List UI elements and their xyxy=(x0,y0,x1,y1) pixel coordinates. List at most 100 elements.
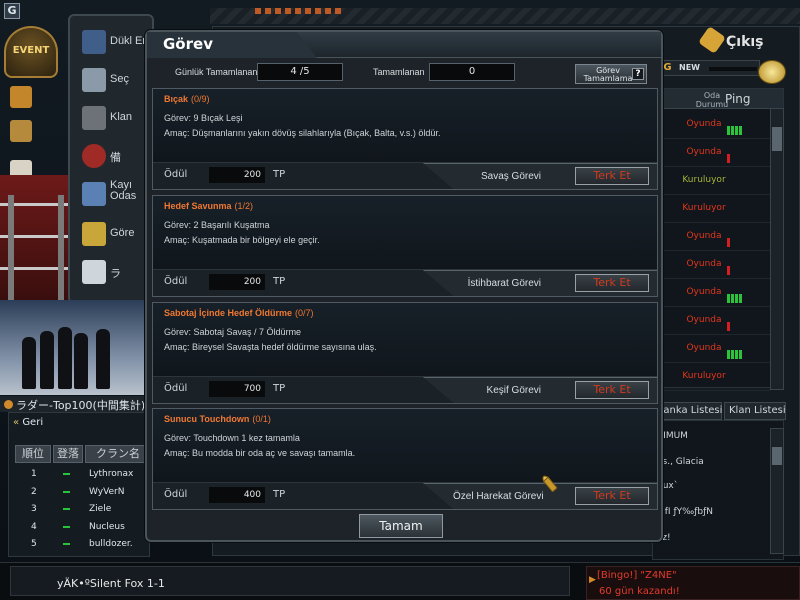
mission-completion-button[interactable]: Görev Tamamlama ? xyxy=(575,64,647,84)
inventory-icon xyxy=(82,30,106,54)
clan-icon xyxy=(82,106,106,130)
clan-name-cell: Nucleus xyxy=(89,521,125,532)
side-menu-panel: Dükl Env Seç Klan 備 Kayı Odas Göre ラ xyxy=(68,14,154,304)
table-row[interactable]: 5 bulldozer. xyxy=(15,535,151,553)
list-item[interactable]: es., Glacia xyxy=(657,457,704,467)
reward-unit: TP xyxy=(273,489,286,500)
menu-item-equip[interactable]: 備 xyxy=(78,140,154,172)
quest-type: Savaş Görevi xyxy=(480,171,541,182)
double-chevron-left-icon: « xyxy=(13,417,20,428)
room-row[interactable]: Oyunda xyxy=(655,111,771,139)
clan-name-cell: Ziele xyxy=(89,504,112,514)
column-clan-name[interactable]: クラン名 xyxy=(85,445,151,463)
room-row[interactable]: Oyunda xyxy=(655,139,771,167)
quest-goal: Amaç: Kuşatmada bir bölgeyi ele geçir. xyxy=(164,235,320,245)
clan-name-cell: Lythronax xyxy=(89,469,134,479)
quest-progress: (0/7) xyxy=(295,308,314,318)
notice-ticker: ▶ [Bingo!] "Z4NE" 60 gün kazandı! xyxy=(586,566,800,600)
menu-item-record-room[interactable]: Kayı Odas xyxy=(78,178,154,210)
abandon-quest-button[interactable]: Terk Et xyxy=(575,167,649,185)
menu-item-ladder[interactable]: ラ xyxy=(78,256,154,288)
menu-item-inventory[interactable]: Dükl Env xyxy=(78,26,154,58)
quest-card: Bıçak (0/9) Görev: 9 Bıçak Leşi Amaç: Düşma… xyxy=(152,88,658,190)
quest-card: Sabotaj İçinde Hedef Öldürme (0/7) Görev: … xyxy=(152,302,658,404)
daily-completed-value: 4 /5 xyxy=(257,63,343,81)
menu-item-select[interactable]: Seç xyxy=(78,64,154,96)
soldiers-banner-image xyxy=(0,300,150,395)
ladder-bullet-icon xyxy=(4,400,13,409)
column-rank[interactable]: 順位 xyxy=(15,445,51,463)
list-item[interactable]: MfI ƒY‰ƒbƒN xyxy=(657,507,713,517)
gold-coin-icon xyxy=(758,60,786,84)
dialog-titlebar[interactable]: Görev xyxy=(147,32,661,58)
quest-body: Hedef Savunma (1/2) Görev: 2 Başarılı Kuşa… xyxy=(153,196,657,270)
table-row[interactable]: 2 WyVerN xyxy=(15,483,151,501)
quest-goal: Amaç: Bireysel Savaşta hedef öldürme say… xyxy=(164,342,377,352)
dialog-title: Görev xyxy=(163,35,213,53)
quest-card: Hedef Savunma (1/2) Görev: 2 Başarılı Kuşa… xyxy=(152,195,658,297)
friend-list-scrollbar[interactable] xyxy=(770,428,784,554)
shop-icon[interactable] xyxy=(10,86,32,108)
column-room-status[interactable]: Oda Durumu xyxy=(695,91,729,109)
ping-bars-icon xyxy=(727,120,743,135)
table-row[interactable]: 4 Nucleus xyxy=(15,518,151,536)
app-badge-icon: G xyxy=(4,3,20,19)
column-change[interactable]: 登落 xyxy=(53,445,83,463)
ok-button[interactable]: Tamam xyxy=(359,514,443,538)
room-status: Oyunda xyxy=(686,231,722,241)
game-lobby-screen: G EVENT Dükl Env Seç Klan 備 Kayı Odas Gö… xyxy=(0,0,800,600)
exit-button[interactable]: Çıkış xyxy=(690,26,800,58)
room-row[interactable]: Kuruluyor xyxy=(655,195,771,223)
no-change-icon xyxy=(63,508,70,510)
tab-clan-list[interactable]: Klan Listesi xyxy=(724,402,786,420)
room-status: Oyunda xyxy=(686,287,722,297)
room-status: Oyunda xyxy=(686,147,722,157)
menu-item-missions[interactable]: Göre xyxy=(78,218,154,250)
ranking-strip: NG NEW xyxy=(652,60,760,76)
ping-bars-icon xyxy=(727,316,731,331)
menu-item-clan[interactable]: Klan xyxy=(78,102,154,134)
reward-label: Ödül xyxy=(164,383,188,394)
abandon-quest-button[interactable]: Terk Et xyxy=(575,274,649,292)
book-icon xyxy=(82,182,106,206)
room-row[interactable]: Kuruluyor xyxy=(655,363,771,391)
menu-item-label: Göre xyxy=(110,227,135,239)
column-ping[interactable]: Ping xyxy=(725,92,751,106)
ping-bars-icon xyxy=(727,344,743,359)
table-row[interactable]: 1 Lythronax xyxy=(15,465,151,483)
ladder-icon xyxy=(82,260,106,284)
completed-value: 0 xyxy=(429,63,515,81)
ping-bars-icon xyxy=(727,288,743,303)
player-name: yÄK•ºSilent Fox 1-1 xyxy=(57,577,165,590)
back-button[interactable]: « Geri xyxy=(13,417,43,428)
room-row[interactable]: Oyunda xyxy=(655,335,771,363)
reward-label: Ödül xyxy=(164,276,188,287)
room-row[interactable]: Oyunda xyxy=(655,251,771,279)
friend-list-panel: XIMUM es., Glacia nux` MfI ƒY‰ƒbƒN xz! xyxy=(652,420,784,560)
table-row[interactable]: 3 Ziele xyxy=(15,500,151,518)
event-button[interactable]: EVENT xyxy=(4,26,58,78)
reward-value: 200 xyxy=(209,167,265,183)
room-row[interactable]: Kuruluyor xyxy=(655,167,771,195)
new-label: NEW xyxy=(679,63,700,72)
quest-name: Bıçak xyxy=(164,94,189,104)
quest-footer: Ödül 400 TP Özel Harekat Görevi Terk Et xyxy=(153,483,657,509)
help-icon[interactable]: ? xyxy=(632,68,644,80)
notice-line: 60 gün kazandı! xyxy=(599,586,680,597)
abandon-quest-button[interactable]: Terk Et xyxy=(575,487,649,505)
room-row[interactable]: Oyunda xyxy=(655,307,771,335)
rank-cell: 1 xyxy=(31,469,37,479)
crate-icon[interactable] xyxy=(10,120,32,142)
room-list-scrollbar[interactable] xyxy=(770,108,784,390)
ladder-header: ラダー-Top100(中間集計) xyxy=(0,396,150,412)
room-row[interactable]: Oyunda xyxy=(655,279,771,307)
quest-card: Sunucu Touchdown (0/1) Görev: Touchdown 1 … xyxy=(152,408,658,510)
top-stripes-decoration xyxy=(255,8,345,14)
quest-type: İstihbarat Görevi xyxy=(467,278,541,289)
reward-value: 400 xyxy=(209,487,265,503)
abandon-quest-button[interactable]: Terk Et xyxy=(575,381,649,399)
room-row[interactable]: Oyunda xyxy=(655,223,771,251)
quest-footer: Ödül 200 TP Savaş Görevi Terk Et xyxy=(153,163,657,189)
player-info: yÄK•ºSilent Fox 1-1 xyxy=(10,566,570,596)
ping-bars-icon xyxy=(727,148,731,163)
